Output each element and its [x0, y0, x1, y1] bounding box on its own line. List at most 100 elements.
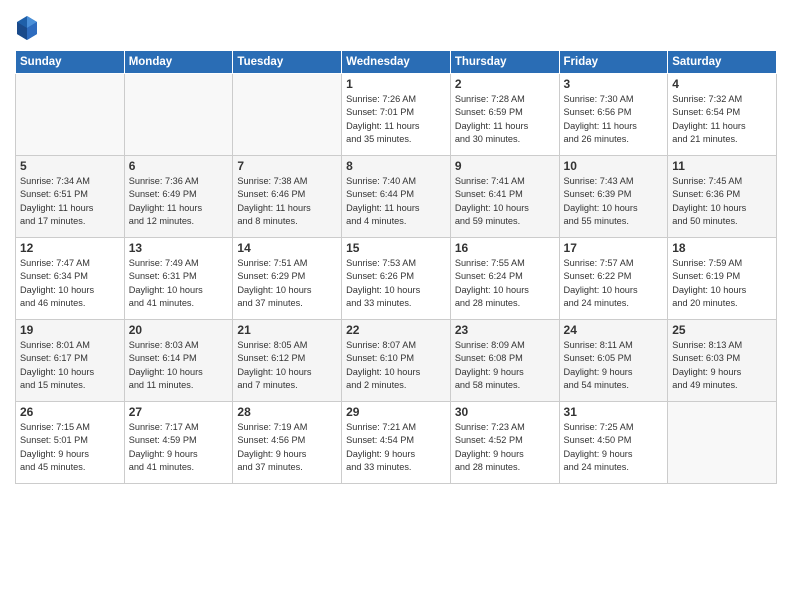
day-info: Sunrise: 7:41 AM Sunset: 6:41 PM Dayligh…	[455, 175, 555, 228]
day-info: Sunrise: 7:38 AM Sunset: 6:46 PM Dayligh…	[237, 175, 337, 228]
day-number: 8	[346, 159, 446, 173]
day-number: 2	[455, 77, 555, 91]
day-number: 22	[346, 323, 446, 337]
calendar-cell	[668, 402, 777, 484]
day-info: Sunrise: 7:26 AM Sunset: 7:01 PM Dayligh…	[346, 93, 446, 146]
day-number: 28	[237, 405, 337, 419]
day-of-week-header: Sunday	[16, 51, 125, 74]
day-number: 26	[20, 405, 120, 419]
day-number: 11	[672, 159, 772, 173]
calendar-cell: 30 Sunrise: 7:23 AM Sunset: 4:52 PM Dayli…	[450, 402, 559, 484]
calendar-cell: 13 Sunrise: 7:49 AM Sunset: 6:31 PM Dayli…	[124, 238, 233, 320]
day-number: 7	[237, 159, 337, 173]
day-info: Sunrise: 7:49 AM Sunset: 6:31 PM Dayligh…	[129, 257, 229, 310]
calendar-cell: 19 Sunrise: 8:01 AM Sunset: 6:17 PM Dayli…	[16, 320, 125, 402]
calendar-cell: 8 Sunrise: 7:40 AM Sunset: 6:44 PM Daylig…	[342, 156, 451, 238]
day-info: Sunrise: 7:19 AM Sunset: 4:56 PM Dayligh…	[237, 421, 337, 474]
day-number: 9	[455, 159, 555, 173]
day-info: Sunrise: 8:13 AM Sunset: 6:03 PM Dayligh…	[672, 339, 772, 392]
day-info: Sunrise: 8:01 AM Sunset: 6:17 PM Dayligh…	[20, 339, 120, 392]
day-number: 4	[672, 77, 772, 91]
day-info: Sunrise: 7:17 AM Sunset: 4:59 PM Dayligh…	[129, 421, 229, 474]
calendar-cell	[233, 74, 342, 156]
day-number: 13	[129, 241, 229, 255]
calendar-header-row: SundayMondayTuesdayWednesdayThursdayFrid…	[16, 51, 777, 74]
day-info: Sunrise: 8:05 AM Sunset: 6:12 PM Dayligh…	[237, 339, 337, 392]
day-number: 23	[455, 323, 555, 337]
day-number: 29	[346, 405, 446, 419]
calendar-week-row: 19 Sunrise: 8:01 AM Sunset: 6:17 PM Dayli…	[16, 320, 777, 402]
day-info: Sunrise: 7:43 AM Sunset: 6:39 PM Dayligh…	[564, 175, 664, 228]
day-info: Sunrise: 7:28 AM Sunset: 6:59 PM Dayligh…	[455, 93, 555, 146]
header	[15, 10, 777, 42]
calendar-cell: 18Sunrise: 7:59 AM Sunset: 6:19 PM Dayli…	[668, 238, 777, 320]
calendar-cell: 20 Sunrise: 8:03 AM Sunset: 6:14 PM Dayli…	[124, 320, 233, 402]
calendar-cell	[16, 74, 125, 156]
day-of-week-header: Monday	[124, 51, 233, 74]
calendar-cell: 16Sunrise: 7:55 AM Sunset: 6:24 PM Dayli…	[450, 238, 559, 320]
day-number: 30	[455, 405, 555, 419]
day-of-week-header: Tuesday	[233, 51, 342, 74]
day-info: Sunrise: 7:51 AM Sunset: 6:29 PM Dayligh…	[237, 257, 337, 310]
day-info: Sunrise: 7:32 AM Sunset: 6:54 PM Dayligh…	[672, 93, 772, 146]
calendar-cell: 28 Sunrise: 7:19 AM Sunset: 4:56 PM Dayli…	[233, 402, 342, 484]
calendar-cell: 4 Sunrise: 7:32 AM Sunset: 6:54 PM Daylig…	[668, 74, 777, 156]
calendar-container: SundayMondayTuesdayWednesdayThursdayFrid…	[0, 0, 792, 612]
calendar-cell: 27 Sunrise: 7:17 AM Sunset: 4:59 PM Dayli…	[124, 402, 233, 484]
day-info: Sunrise: 7:40 AM Sunset: 6:44 PM Dayligh…	[346, 175, 446, 228]
calendar-cell: 31Sunrise: 7:25 AM Sunset: 4:50 PM Dayli…	[559, 402, 668, 484]
day-number: 19	[20, 323, 120, 337]
day-number: 27	[129, 405, 229, 419]
day-info: Sunrise: 7:53 AM Sunset: 6:26 PM Dayligh…	[346, 257, 446, 310]
calendar-cell: 11Sunrise: 7:45 AM Sunset: 6:36 PM Dayli…	[668, 156, 777, 238]
calendar-cell: 22 Sunrise: 8:07 AM Sunset: 6:10 PM Dayli…	[342, 320, 451, 402]
day-info: Sunrise: 7:36 AM Sunset: 6:49 PM Dayligh…	[129, 175, 229, 228]
calendar-cell: 23 Sunrise: 8:09 AM Sunset: 6:08 PM Dayli…	[450, 320, 559, 402]
day-number: 12	[20, 241, 120, 255]
day-number: 14	[237, 241, 337, 255]
calendar-cell: 29 Sunrise: 7:21 AM Sunset: 4:54 PM Dayli…	[342, 402, 451, 484]
day-info: Sunrise: 8:11 AM Sunset: 6:05 PM Dayligh…	[564, 339, 664, 392]
logo	[15, 14, 43, 42]
calendar-cell: 25 Sunrise: 8:13 AM Sunset: 6:03 PM Dayli…	[668, 320, 777, 402]
day-info: Sunrise: 7:47 AM Sunset: 6:34 PM Dayligh…	[20, 257, 120, 310]
calendar-cell: 26 Sunrise: 7:15 AM Sunset: 5:01 PM Dayli…	[16, 402, 125, 484]
day-number: 6	[129, 159, 229, 173]
calendar-table: SundayMondayTuesdayWednesdayThursdayFrid…	[15, 50, 777, 484]
calendar-cell: 15Sunrise: 7:53 AM Sunset: 6:26 PM Dayli…	[342, 238, 451, 320]
calendar-week-row: 1 Sunrise: 7:26 AM Sunset: 7:01 PM Daylig…	[16, 74, 777, 156]
day-number: 25	[672, 323, 772, 337]
day-number: 20	[129, 323, 229, 337]
day-info: Sunrise: 8:07 AM Sunset: 6:10 PM Dayligh…	[346, 339, 446, 392]
day-info: Sunrise: 7:55 AM Sunset: 6:24 PM Dayligh…	[455, 257, 555, 310]
calendar-cell: 14 Sunrise: 7:51 AM Sunset: 6:29 PM Dayli…	[233, 238, 342, 320]
calendar-cell: 5Sunrise: 7:34 AM Sunset: 6:51 PM Daylig…	[16, 156, 125, 238]
calendar-cell: 10 Sunrise: 7:43 AM Sunset: 6:39 PM Dayli…	[559, 156, 668, 238]
day-number: 31	[564, 405, 664, 419]
day-info: Sunrise: 7:21 AM Sunset: 4:54 PM Dayligh…	[346, 421, 446, 474]
day-info: Sunrise: 7:30 AM Sunset: 6:56 PM Dayligh…	[564, 93, 664, 146]
logo-icon	[15, 14, 39, 42]
day-info: Sunrise: 8:09 AM Sunset: 6:08 PM Dayligh…	[455, 339, 555, 392]
day-number: 3	[564, 77, 664, 91]
calendar-week-row: 26 Sunrise: 7:15 AM Sunset: 5:01 PM Dayli…	[16, 402, 777, 484]
day-number: 17	[564, 241, 664, 255]
day-of-week-header: Thursday	[450, 51, 559, 74]
calendar-cell: 1 Sunrise: 7:26 AM Sunset: 7:01 PM Daylig…	[342, 74, 451, 156]
calendar-week-row: 12 Sunrise: 7:47 AM Sunset: 6:34 PM Dayli…	[16, 238, 777, 320]
day-info: Sunrise: 7:23 AM Sunset: 4:52 PM Dayligh…	[455, 421, 555, 474]
day-of-week-header: Saturday	[668, 51, 777, 74]
day-info: Sunrise: 7:15 AM Sunset: 5:01 PM Dayligh…	[20, 421, 120, 474]
day-number: 5	[20, 159, 120, 173]
day-info: Sunrise: 7:57 AM Sunset: 6:22 PM Dayligh…	[564, 257, 664, 310]
day-info: Sunrise: 8:03 AM Sunset: 6:14 PM Dayligh…	[129, 339, 229, 392]
day-number: 1	[346, 77, 446, 91]
calendar-cell: 9 Sunrise: 7:41 AM Sunset: 6:41 PM Daylig…	[450, 156, 559, 238]
calendar-cell: 17 Sunrise: 7:57 AM Sunset: 6:22 PM Dayli…	[559, 238, 668, 320]
calendar-cell: 21Sunrise: 8:05 AM Sunset: 6:12 PM Dayli…	[233, 320, 342, 402]
day-number: 10	[564, 159, 664, 173]
calendar-cell: 6 Sunrise: 7:36 AM Sunset: 6:49 PM Daylig…	[124, 156, 233, 238]
calendar-week-row: 5Sunrise: 7:34 AM Sunset: 6:51 PM Daylig…	[16, 156, 777, 238]
calendar-cell: 24Sunrise: 8:11 AM Sunset: 6:05 PM Dayli…	[559, 320, 668, 402]
calendar-cell	[124, 74, 233, 156]
